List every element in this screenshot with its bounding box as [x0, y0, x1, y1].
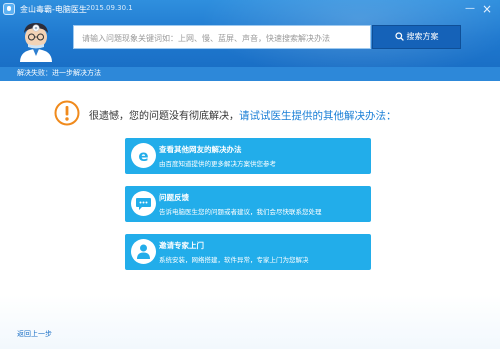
- option-description: 系统安装，网络搭建，软件异常，专家上门为您解决: [159, 256, 309, 264]
- option-icon-circle: [131, 191, 156, 216]
- version-label: 2015.09.30.1: [86, 4, 133, 12]
- search-button-label: 搜索方案: [406, 32, 439, 41]
- chat-icon: [136, 198, 151, 210]
- close-button[interactable]: ×: [480, 2, 494, 16]
- svg-text:e: e: [138, 147, 148, 165]
- option-description: 由百度知道提供的更多解决方案供您参考: [159, 160, 276, 168]
- header: 金山毒霸-电脑医生 2015.09.30.1 — × 搜索方案: [0, 0, 500, 67]
- option-other-solutions[interactable]: e 查看其他网友的解决办法 由百度知道提供的更多解决方案供您参考: [125, 138, 371, 174]
- minimize-button[interactable]: —: [463, 2, 477, 16]
- option-title: 查看其他网友的解决办法: [159, 145, 242, 154]
- main-panel: 很遗憾，您的问题没有彻底解决，请试试医生提供的其他解决办法： e 查看其他网友的…: [0, 81, 500, 349]
- option-feedback[interactable]: 问题反馈 告诉电脑医生您的问题或者建议，我们会尽快联系您处理: [125, 186, 371, 222]
- option-icon-circle: e: [131, 143, 156, 168]
- option-description: 告诉电脑医生您的问题或者建议，我们会尽快联系您处理: [159, 208, 322, 216]
- search-icon: [394, 32, 404, 41]
- message-main: 很遗憾，您的问题没有彻底解决，: [89, 111, 239, 122]
- search-input[interactable]: [80, 27, 368, 50]
- message-text: 很遗憾，您的问题没有彻底解决，请试试医生提供的其他解决办法：: [89, 107, 397, 123]
- breadcrumb: 解决失败：进一步解决方法: [17, 69, 101, 77]
- search-box: [73, 25, 371, 50]
- warning-icon: [54, 100, 80, 126]
- doctor-avatar-icon: [20, 23, 52, 62]
- result-message: 很遗憾，您的问题没有彻底解决，请试试医生提供的其他解决办法：: [54, 100, 474, 126]
- back-link[interactable]: 返回上一步: [17, 329, 52, 339]
- footer: 返回上一步: [0, 319, 500, 349]
- message-highlight: 请试试医生提供的其他解决办法：: [239, 110, 397, 122]
- option-title: 问题反馈: [159, 193, 189, 202]
- window-title: 金山毒霸-电脑医生: [20, 5, 87, 14]
- option-icon-circle: [131, 239, 156, 264]
- option-title: 邀请专家上门: [159, 241, 204, 250]
- search-button[interactable]: 搜索方案: [372, 25, 461, 49]
- breadcrumb-bar: 解决失败：进一步解决方法: [0, 67, 500, 81]
- expert-icon: [137, 244, 150, 259]
- app-logo-icon: [3, 3, 15, 15]
- title-bar: 金山毒霸-电脑医生 2015.09.30.1 — ×: [0, 0, 500, 20]
- e-browser-icon: e: [138, 147, 148, 165]
- option-invite-expert[interactable]: 邀请专家上门 系统安装，网络搭建，软件异常，专家上门为您解决: [125, 234, 371, 270]
